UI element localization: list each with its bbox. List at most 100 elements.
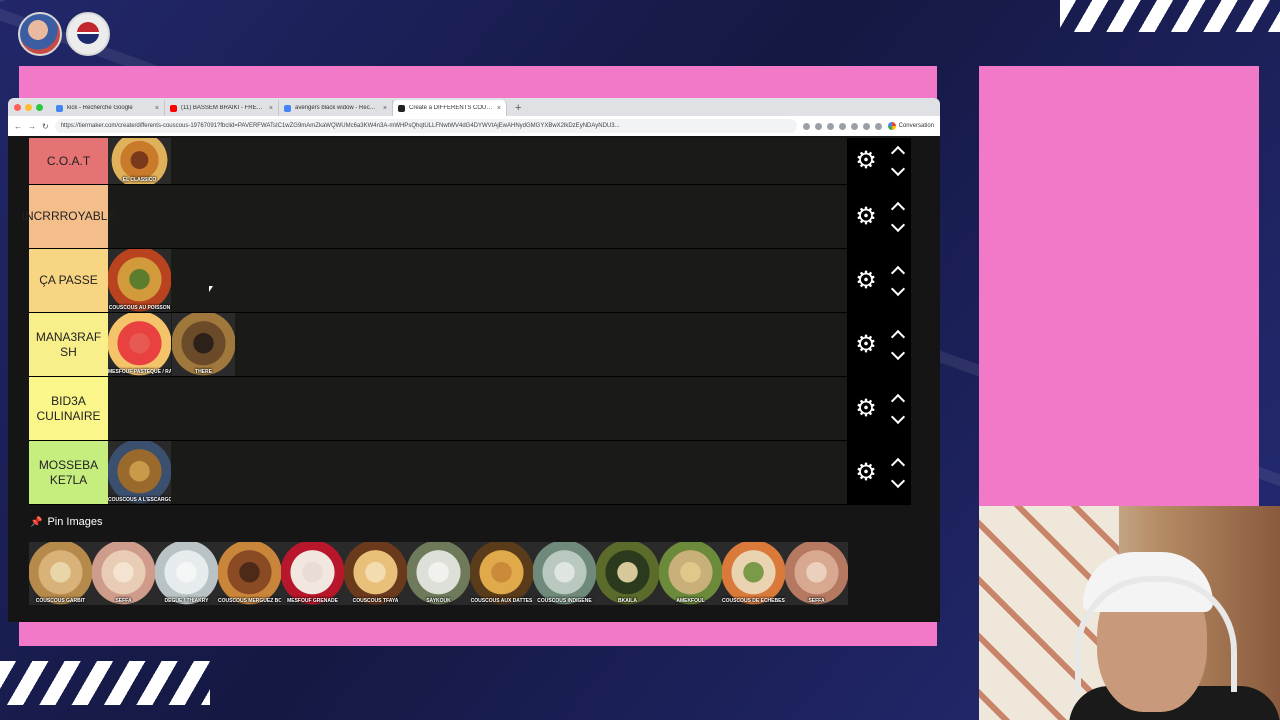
- streamer-avatar: [18, 12, 62, 56]
- food-image-card[interactable]: SEFFA: [92, 542, 155, 605]
- tier-label[interactable]: BID3A CULINAIRE: [29, 377, 108, 440]
- tier-row: MANA3RAF SHMESFOUF PASTEQUE / RAISIN THER…: [29, 313, 911, 377]
- new-tab-button[interactable]: +: [507, 102, 529, 116]
- tier-controls: ⚙: [847, 377, 911, 440]
- conversation-button[interactable]: Conversation: [887, 122, 934, 130]
- food-image-card[interactable]: BKAILA: [596, 542, 659, 605]
- chevron-down-icon[interactable]: [890, 217, 906, 232]
- food-image-card[interactable]: DEGUE / THIAKRY: [155, 542, 218, 605]
- chevron-up-icon[interactable]: [890, 393, 906, 408]
- food-caption: COUSCOUS GARBIT: [35, 598, 86, 604]
- chevron-up-icon[interactable]: [890, 201, 906, 216]
- food-caption: MESFOUF GRENADE: [287, 598, 338, 604]
- browser-tab[interactable]: avengers black widow - Recherche ×: [279, 100, 393, 116]
- tab-label: avengers black widow - Recherche: [295, 105, 379, 111]
- gear-icon[interactable]: ⚙: [855, 149, 877, 173]
- extensions-bar: [802, 122, 882, 130]
- tier-row: BID3A CULINAIRE ⚙: [29, 377, 911, 441]
- menu-icon[interactable]: [874, 122, 882, 130]
- tier-label[interactable]: MOSSEBA KE7LA: [29, 441, 108, 504]
- reload-icon[interactable]: ↻: [42, 122, 49, 131]
- food-image-card[interactable]: EL CLASSICO: [108, 138, 171, 184]
- tier-controls: ⚙: [847, 138, 911, 184]
- chevron-down-icon[interactable]: [890, 281, 906, 296]
- tier-label[interactable]: MANA3RAF SH: [29, 313, 108, 376]
- food-image-card[interactable]: COUSCOUS AUX DATTES: [470, 542, 533, 605]
- gear-icon[interactable]: ⚙: [855, 460, 877, 484]
- gear-icon[interactable]: ⚙: [855, 204, 877, 228]
- chevron-up-icon[interactable]: [890, 265, 906, 280]
- reorder-arrows: [890, 265, 906, 297]
- gear-icon[interactable]: ⚙: [855, 396, 877, 420]
- back-icon[interactable]: ←: [14, 122, 22, 131]
- food-caption: COUSCOUS DE ECHEBEST: [722, 598, 785, 604]
- food-image-card[interactable]: AMEKFOUL: [659, 542, 722, 605]
- tier-label[interactable]: C.O.A.T: [29, 138, 108, 184]
- window-controls: [8, 104, 51, 116]
- food-caption: BKAILA: [618, 598, 637, 604]
- chevron-down-icon[interactable]: [890, 345, 906, 360]
- close-tab-icon[interactable]: ×: [383, 105, 387, 112]
- google-icon: [887, 122, 896, 130]
- tier-drop-zone[interactable]: COUSCOUS A L'ESCARGOT: [108, 441, 847, 504]
- bookmark-star-icon[interactable]: [802, 122, 810, 130]
- minimize-window-button[interactable]: [25, 104, 32, 111]
- extension-icon[interactable]: [814, 122, 822, 130]
- pin-images-tray: COUSCOUS GARBIT SEFFA DEGUE / THIAKRY COUSC…: [29, 542, 848, 605]
- tier-drop-zone[interactable]: EL CLASSICO: [108, 138, 847, 184]
- food-caption: DEGUE / THIAKRY: [164, 598, 209, 604]
- food-caption: THERE: [195, 369, 212, 375]
- food-image-card[interactable]: COUSCOUS MERGUEZ BOULETTE: [218, 542, 281, 605]
- mouse-cursor: [209, 286, 213, 292]
- puzzle-icon[interactable]: [850, 122, 858, 130]
- food-image-card[interactable]: COUSCOUS TFAYA: [344, 542, 407, 605]
- chevron-down-icon[interactable]: [890, 409, 906, 424]
- gear-icon[interactable]: ⚙: [855, 332, 877, 356]
- food-caption: SAYKOUK: [426, 598, 451, 604]
- reorder-arrows: [890, 329, 906, 361]
- close-tab-icon[interactable]: ×: [155, 105, 159, 112]
- tier-drop-zone[interactable]: MESFOUF PASTEQUE / RAISIN THERE: [108, 313, 847, 376]
- tier-drop-zone[interactable]: [108, 377, 847, 440]
- food-image-card[interactable]: COUSCOUS DE ECHEBEST: [722, 542, 785, 605]
- chevron-up-icon[interactable]: [890, 457, 906, 472]
- extension-icon[interactable]: [826, 122, 834, 130]
- food-image-card[interactable]: COUSCOUS INDIGENE: [533, 542, 596, 605]
- browser-tab[interactable]: kick - Recherche Google ×: [51, 100, 165, 116]
- food-image-card[interactable]: MESFOUF GRENADE: [281, 542, 344, 605]
- tier-controls: ⚙: [847, 441, 911, 504]
- url-field[interactable]: https://tiermaker.com/create/differents-…: [54, 119, 797, 133]
- food-image-card[interactable]: COUSCOUS AU POISSON: [108, 249, 171, 312]
- browser-tab[interactable]: (11) BASSEM BRAIKI - FREESTYLE ×: [165, 100, 279, 116]
- browser-tab[interactable]: Create a DIFFERENTS COUSCOUS ×: [393, 100, 507, 116]
- chevron-down-icon[interactable]: [890, 473, 906, 488]
- extension-icon[interactable]: [838, 122, 846, 130]
- food-image-card[interactable]: THERE: [172, 313, 235, 376]
- food-image-card[interactable]: COUSCOUS A L'ESCARGOT: [108, 441, 171, 504]
- food-caption: AMEKFOUL: [676, 598, 705, 604]
- close-tab-icon[interactable]: ×: [269, 105, 273, 112]
- food-caption: COUSCOUS A L'ESCARGOT: [108, 497, 171, 503]
- decorative-stripes-top-right: [1060, 0, 1280, 32]
- food-image-card[interactable]: SAYKOUK: [407, 542, 470, 605]
- chevron-up-icon[interactable]: [890, 329, 906, 344]
- address-bar: ← → ↻ https://tiermaker.com/create/diffe…: [8, 116, 940, 137]
- profile-icon[interactable]: [862, 122, 870, 130]
- reorder-arrows: [890, 393, 906, 425]
- food-caption: MESFOUF PASTEQUE / RAISIN: [108, 369, 171, 375]
- forward-icon[interactable]: →: [28, 122, 36, 131]
- maximize-window-button[interactable]: [36, 104, 43, 111]
- gear-icon[interactable]: ⚙: [855, 268, 877, 292]
- chevron-down-icon[interactable]: [890, 161, 906, 177]
- tier-drop-zone[interactable]: COUSCOUS AU POISSON: [108, 249, 847, 312]
- food-image-card[interactable]: MESFOUF PASTEQUE / RAISIN: [108, 313, 171, 376]
- tier-row: C.O.A.T EL CLASSICO ⚙: [29, 138, 911, 185]
- close-tab-icon[interactable]: ×: [497, 105, 501, 112]
- food-image-card[interactable]: SEFFA: [785, 542, 848, 605]
- chevron-up-icon[interactable]: [890, 145, 906, 161]
- food-image-card[interactable]: COUSCOUS GARBIT: [29, 542, 92, 605]
- tier-label[interactable]: ÇA PASSE: [29, 249, 108, 312]
- tier-drop-zone[interactable]: [108, 185, 847, 248]
- tier-label[interactable]: INCRRROYABLE: [22, 185, 115, 248]
- close-window-button[interactable]: [14, 104, 21, 111]
